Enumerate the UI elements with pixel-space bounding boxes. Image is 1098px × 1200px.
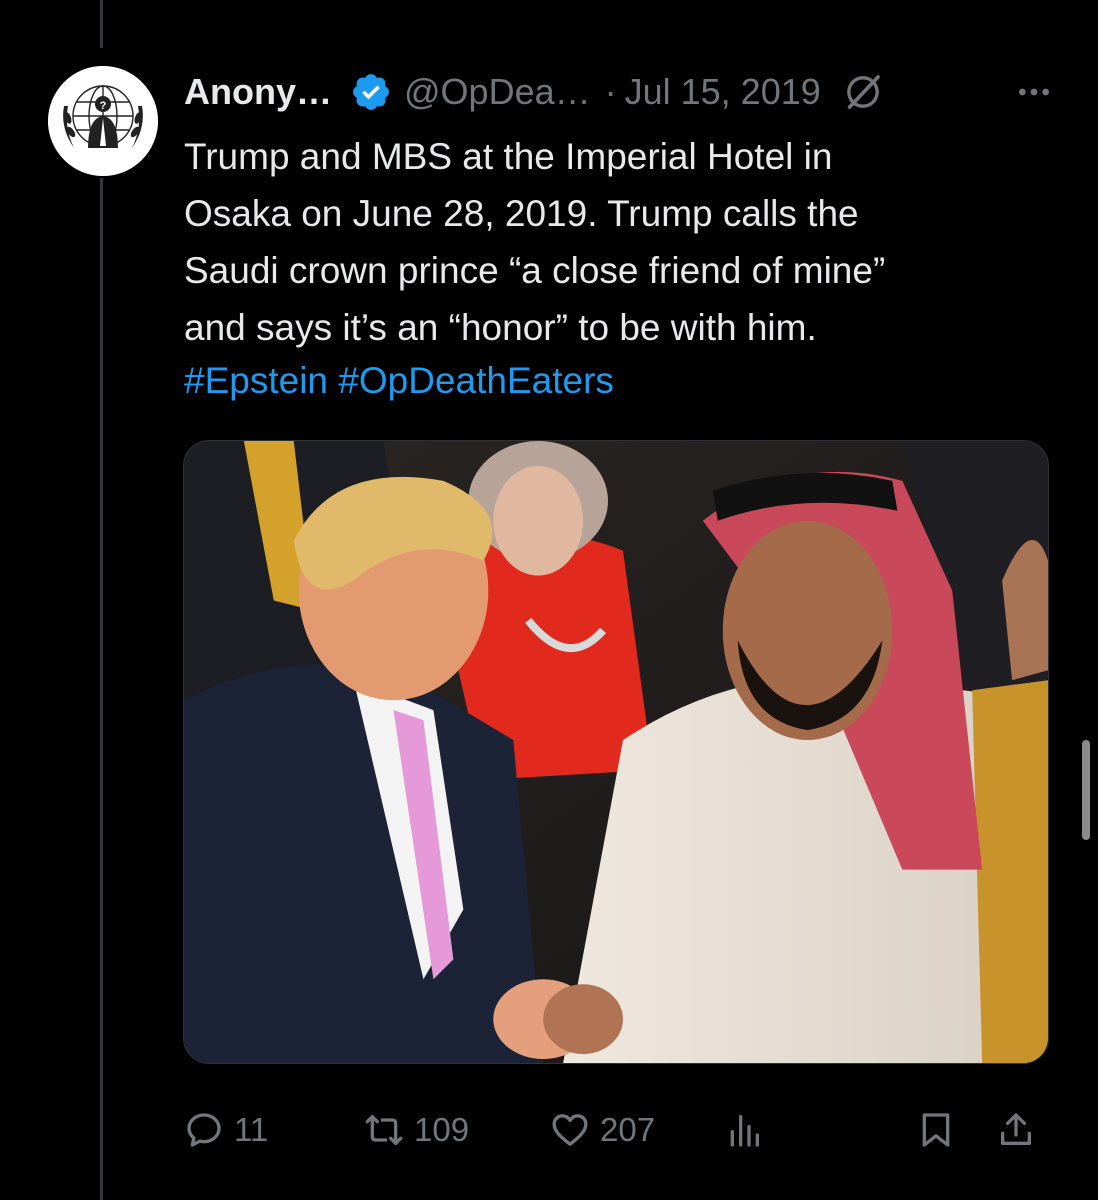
verified-badge-icon [353,74,389,110]
grok-icon[interactable] [843,72,883,112]
author-handle[interactable]: @OpDea… [404,71,591,113]
separator-dot: · [604,71,617,112]
tweet-date[interactable]: Jul 15, 2019 [625,71,821,113]
reply-button[interactable]: 11 [184,1104,268,1156]
views-button[interactable] [724,1104,764,1156]
tweet-text: Trump and MBS at the Imperial Hotel in O… [184,136,886,348]
views-icon [730,1115,759,1147]
bookmark-button[interactable] [916,1104,956,1156]
more-icon [1019,88,1049,96]
photo-illustration [184,441,1048,1063]
action-bar: 11 109 207 [184,1104,1050,1156]
hashtag-epstein[interactable]: #Epstein [184,360,328,401]
more-button[interactable] [1010,72,1058,112]
repost-count: 109 [414,1111,470,1148]
hashtags: #Epstein #OpDeathEaters [184,352,614,409]
tweet-photo[interactable] [183,440,1049,1064]
repost-button[interactable]: 109 [364,1104,469,1156]
reply-count: 11 [234,1111,269,1148]
svg-text:?: ? [100,100,107,112]
avatar[interactable]: ? [48,66,158,176]
tweet-header: Anony… @OpDea… · Jul 15, 2019 [184,64,1058,120]
share-icon [1001,1113,1031,1145]
bookmark-icon [922,1113,950,1147]
hashtag-opdeatheaters[interactable]: #OpDeathEaters [338,360,614,401]
share-button[interactable] [996,1104,1036,1156]
author-name[interactable]: Anony… [184,71,332,113]
thread-line [100,0,103,48]
reply-icon [187,1113,221,1147]
like-count: 207 [600,1111,656,1148]
thread-line [100,178,103,1200]
heart-icon [552,1114,588,1146]
tweet-screen: ? Anony… @OpDea… · Jul 15, 2019 Trump an… [0,0,1098,1200]
repost-icon [365,1115,403,1145]
like-button[interactable]: 207 [550,1104,655,1156]
scrollbar[interactable] [1082,740,1090,840]
anonymous-logo: ? [48,66,158,176]
